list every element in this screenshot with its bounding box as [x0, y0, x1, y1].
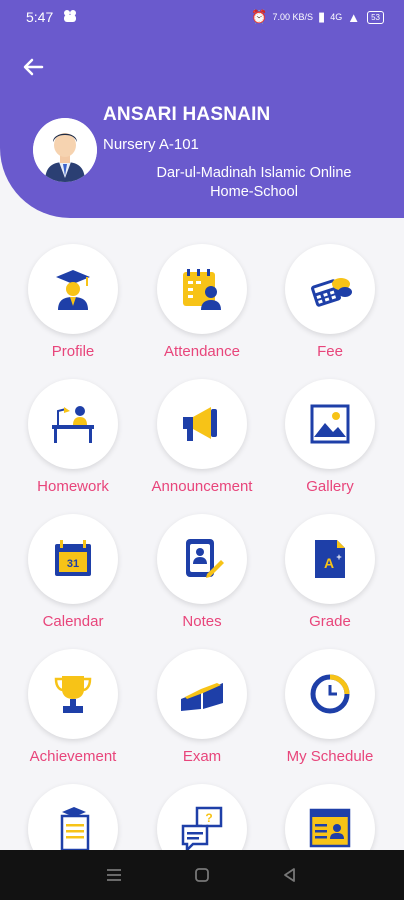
menu-item-achievement[interactable]: Achievement	[13, 649, 133, 765]
menu-item-grade[interactable]: A + Grade	[270, 514, 390, 630]
calculator-money-icon	[311, 278, 352, 307]
clock-schedule-icon	[310, 674, 350, 714]
graduate-icon	[56, 270, 90, 310]
notes-icon	[186, 539, 224, 578]
achievement-circle	[28, 649, 118, 739]
menu-item-attendance[interactable]: Attendance	[142, 244, 262, 360]
calendar-icon: 31	[55, 540, 91, 576]
exam-label: Exam	[182, 748, 222, 765]
home-icon[interactable]	[190, 863, 214, 887]
gallery-circle	[285, 379, 375, 469]
system-nav-bar	[0, 850, 404, 900]
grade-circle: A +	[285, 514, 375, 604]
back-triangle-icon[interactable]	[278, 863, 302, 887]
battery-icon: 53	[367, 10, 384, 24]
homework-circle	[28, 379, 118, 469]
trophy-icon	[54, 676, 92, 713]
menu-item-homework[interactable]: Homework	[13, 379, 133, 495]
avatar	[33, 118, 97, 182]
alarm-icon: ⏰	[251, 9, 268, 24]
menu-item-calendar[interactable]: 31 Calendar	[13, 514, 133, 630]
profile-circle	[28, 244, 118, 334]
status-time: 5:47	[26, 9, 54, 25]
menu-item-announcement[interactable]: Announcement	[142, 379, 262, 495]
grade-icon: A +	[315, 540, 345, 578]
my-schedule-label: My Schedule	[286, 748, 374, 765]
grade-label: Grade	[309, 613, 351, 630]
svg-text:A: A	[324, 555, 334, 571]
menu-item-notes[interactable]: Notes	[142, 514, 262, 630]
menu-item-fee[interactable]: Fee	[270, 244, 390, 360]
chat-question-icon: ?	[181, 806, 223, 854]
signal-icon: ▮	[318, 9, 326, 24]
id-card-icon	[309, 808, 351, 848]
student-class: Nursery A-101	[103, 136, 199, 153]
profile-label: Profile	[51, 343, 95, 360]
net-speed: 7.00 KB/S	[272, 12, 314, 22]
back-arrow-icon[interactable]	[18, 52, 48, 82]
megaphone-icon	[183, 407, 217, 441]
svg-text:?: ?	[205, 811, 212, 825]
menu-item-gallery[interactable]: Gallery	[270, 379, 390, 495]
attendance-icon	[183, 269, 221, 310]
menu-item-profile[interactable]: Profile	[13, 244, 133, 360]
homework-desk-icon	[52, 406, 94, 443]
certificate-icon	[60, 807, 90, 852]
homework-label: Homework	[37, 478, 109, 495]
achievement-label: Achievement	[29, 748, 117, 765]
my-schedule-circle	[285, 649, 375, 739]
status-bar: 5:47 ⏰ 7.00 KB/S ▮ 4G ▲ 53	[0, 0, 404, 36]
calendar-date: 31	[67, 558, 79, 570]
school-name: Dar-ul-Madinah Islamic Online Home-Schoo…	[156, 165, 352, 200]
menu-item-exam[interactable]: Exam	[142, 649, 262, 765]
status-icons: ⏰ 7.00 KB/S ▮ 4G ▲ 53	[251, 9, 384, 25]
gallery-label: Gallery	[306, 478, 354, 495]
calendar-label: Calendar	[42, 613, 104, 630]
open-book-icon	[181, 683, 223, 711]
attendance-circle	[157, 244, 247, 334]
network-type: 4G	[330, 12, 343, 22]
image-icon	[310, 404, 350, 444]
fee-label: Fee	[317, 343, 343, 360]
notes-label: Notes	[182, 613, 222, 630]
recents-icon[interactable]	[102, 863, 126, 887]
app-notification-icon	[64, 10, 76, 22]
notes-circle	[157, 514, 247, 604]
exam-circle	[157, 649, 247, 739]
announcement-circle	[157, 379, 247, 469]
svg-text:+: +	[336, 552, 341, 562]
attendance-label: Attendance	[164, 343, 240, 360]
fee-circle	[285, 244, 375, 334]
signal-strength-icon: ▲	[347, 9, 361, 25]
menu-item-my-schedule[interactable]: My Schedule	[270, 649, 390, 765]
calendar-circle: 31	[28, 514, 118, 604]
student-name: ANSARI HASNAIN	[103, 104, 271, 125]
announcement-label: Announcement	[151, 478, 253, 495]
profile-header: ANSARI HASNAIN Nursery A-101 Dar-ul-Madi…	[0, 36, 404, 218]
